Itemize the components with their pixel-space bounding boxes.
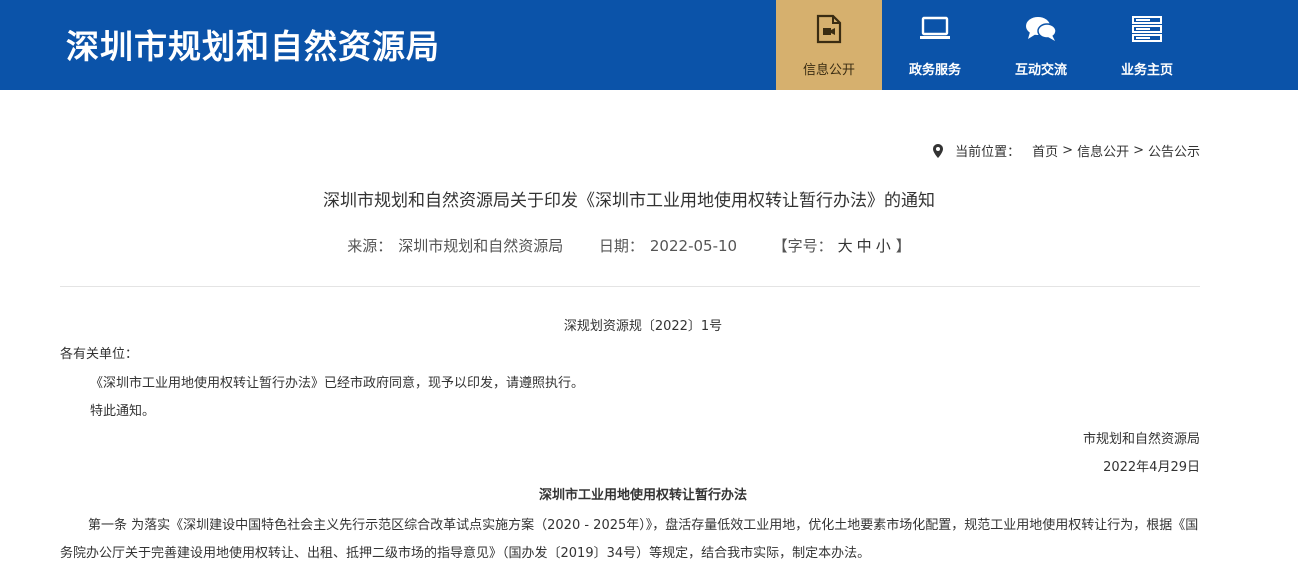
document-number: 深规划资源规〔2022〕1号	[563, 319, 723, 334]
nav-item-interaction[interactable]: 互动交流	[988, 0, 1094, 90]
font-size-label: 【字号：	[772, 237, 833, 255]
site-title[interactable]: 深圳市规划和自然资源局	[66, 20, 440, 68]
signature-date: 2022年4月29日	[1103, 460, 1200, 475]
server-list-icon	[1132, 14, 1162, 44]
font-size-medium-button[interactable]: 中	[857, 237, 872, 255]
monitor-icon	[919, 14, 951, 44]
article-title: 深圳市规划和自然资源局关于印发《深圳市工业用地使用权转让暂行办法》的通知	[323, 191, 935, 211]
chat-bubbles-icon	[1025, 14, 1057, 44]
date-value: 2022-05-10	[649, 237, 738, 255]
salutation: 各有关单位：	[60, 347, 139, 362]
breadcrumb-label: 当前位置：	[955, 145, 1021, 160]
paragraph-1: 《深圳市工业用地使用权转让暂行办法》已经市政府同意，现予以印发，请遵照执行。	[90, 376, 585, 391]
breadcrumb-announcements[interactable]: 公告公示	[1148, 141, 1200, 160]
date-label: 日期：	[598, 237, 644, 255]
paragraph-2: 特此通知。	[90, 404, 156, 419]
font-size-small-button[interactable]: 小	[876, 237, 891, 255]
article-meta: 来源： 深圳市规划和自然资源局 日期： 2022-05-10 【字号： 大中小】	[0, 235, 1258, 256]
breadcrumb-home[interactable]: 首页	[1032, 141, 1058, 160]
document-video-icon	[816, 14, 842, 44]
site-header: 深圳市规划和自然资源局 信息公开 政务服务 互动交流 业务主页	[0, 0, 1298, 90]
source-label: 来源：	[347, 237, 393, 255]
font-size-close: 】	[895, 237, 911, 255]
source-value: 深圳市规划和自然资源局	[398, 237, 564, 255]
divider	[60, 286, 1200, 287]
article-1-text: 第一条 为落实《深圳建设中国特色社会主义先行示范区综合改革试点实施方案（2020…	[60, 518, 1199, 561]
signature-organization: 市规划和自然资源局	[1082, 432, 1200, 447]
breadcrumb: 当前位置： 首页 > 信息公开 > 公告公示	[933, 141, 1200, 160]
regulation-title: 深圳市工业用地使用权转让暂行办法	[538, 488, 747, 503]
font-size-large-button[interactable]: 大	[838, 237, 853, 255]
nav-label: 信息公开	[802, 63, 855, 78]
breadcrumb-separator: >	[1133, 143, 1144, 158]
main-nav: 信息公开 政务服务 互动交流 业务主页	[776, 0, 1200, 90]
nav-item-gov-services[interactable]: 政务服务	[882, 0, 988, 90]
location-pin-icon	[933, 143, 944, 158]
breadcrumb-separator: >	[1062, 143, 1074, 158]
nav-label: 业务主页	[1120, 63, 1173, 78]
nav-item-info-disclosure[interactable]: 信息公开	[776, 0, 882, 90]
nav-label: 政务服务	[908, 63, 961, 78]
nav-label: 互动交流	[1014, 63, 1067, 78]
nav-item-business-home[interactable]: 业务主页	[1094, 0, 1200, 90]
breadcrumb-info-disclosure[interactable]: 信息公开	[1077, 141, 1129, 160]
